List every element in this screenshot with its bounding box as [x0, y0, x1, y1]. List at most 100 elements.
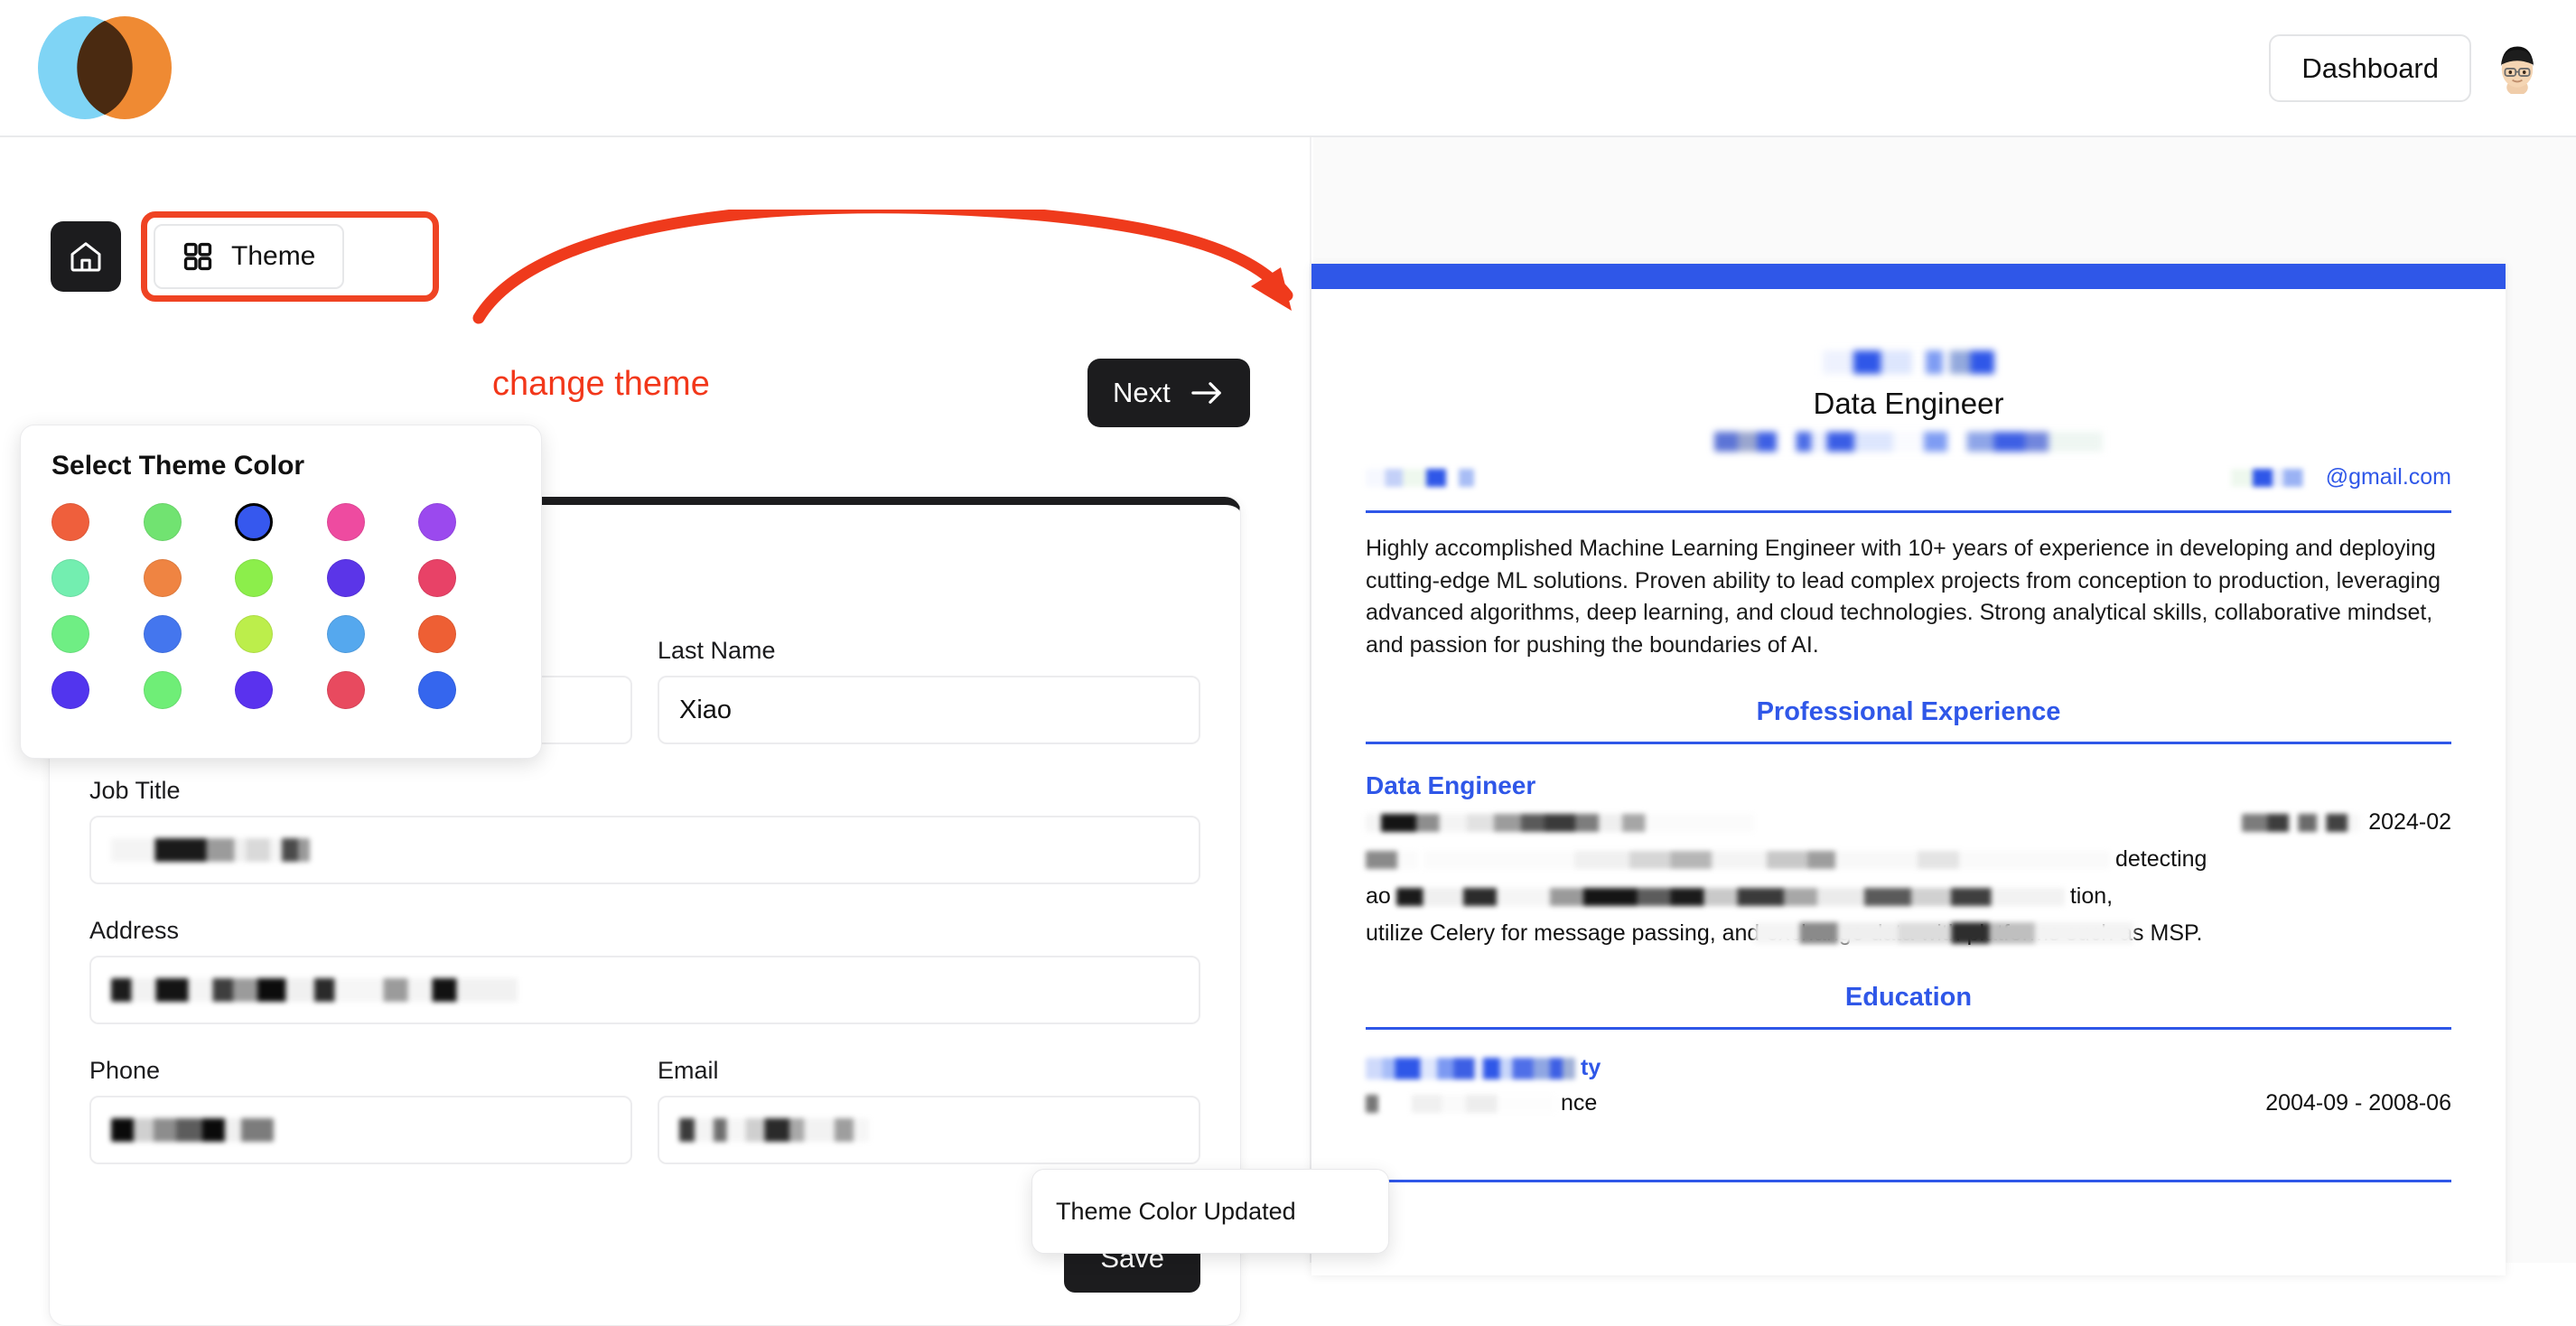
editor-toolbar: Theme [51, 211, 440, 302]
redaction-overlay [1754, 922, 2133, 944]
resume-education-dates: 2004-09 - 2008-06 [2265, 1090, 2451, 1116]
theme-swatch-10[interactable] [51, 615, 89, 653]
resume-email: @gmail.com [2213, 464, 2451, 490]
field-label: Email [658, 1057, 719, 1084]
resume-experience-title: Data Engineer [1366, 771, 1536, 799]
page-body: Theme Next Personal Detail Get Started w… [0, 137, 2576, 1326]
resume-experience-line-3: utilize Celery for message passing, and … [1366, 920, 2451, 947]
redacted-value [111, 838, 310, 862]
last-name-input[interactable]: Xiao [658, 676, 1200, 744]
venn-logo-icon [38, 16, 172, 119]
theme-swatch-14[interactable] [418, 615, 457, 653]
resume-education-school: ty [1366, 1055, 2451, 1081]
theme-swatch-2[interactable] [235, 503, 274, 541]
annotation-arrow-icon [472, 210, 1293, 324]
arrow-right-icon [1191, 382, 1221, 404]
theme-swatch-grid [51, 503, 510, 709]
theme-button[interactable]: Theme [154, 224, 345, 289]
theme-swatch-18[interactable] [326, 671, 365, 709]
theme-swatch-12[interactable] [235, 615, 274, 653]
job-title-row: Job Title [89, 777, 1200, 884]
field-label: Address [89, 917, 180, 944]
resume-experience-line-2: ao tion, [1366, 883, 2451, 910]
contact-row: Phone Email [89, 1057, 1200, 1164]
toast-message: Theme Color Updated [1056, 1197, 1296, 1225]
user-avatar[interactable] [2491, 42, 2543, 94]
annotation-label: change theme [492, 365, 710, 403]
field-email: Email [658, 1057, 1200, 1164]
resume-document: Data Engineer @gmail.com Highly accompli… [1311, 264, 2506, 1275]
field-address: Address [89, 917, 1200, 1024]
theme-swatch-7[interactable] [235, 559, 274, 597]
resume-experience-fragment: tion, [2069, 883, 2114, 909]
editor-pane: Theme Next Personal Detail Get Started w… [0, 137, 1311, 1326]
theme-swatch-4[interactable] [418, 503, 457, 541]
dashboard-button[interactable]: Dashboard [2269, 33, 2471, 102]
resume-experience-end-date: 2024-02 [2368, 809, 2451, 835]
field-phone: Phone [89, 1057, 632, 1164]
resume-contact-row: @gmail.com [1366, 464, 2451, 490]
theme-swatch-17[interactable] [235, 671, 274, 709]
resume-summary: Highly accomplished Machine Learning Eng… [1366, 536, 2441, 658]
resume-education-meta: nce 2004-09 - 2008-06 [1366, 1090, 2451, 1116]
resume-header-divider [1366, 510, 2451, 513]
next-button-label: Next [1113, 377, 1171, 408]
resume-company-redacted [1366, 813, 1754, 832]
resume-address-redacted [1714, 432, 2103, 452]
theme-button-highlight: Theme [141, 211, 440, 302]
redacted-value [111, 1118, 274, 1142]
theme-swatch-19[interactable] [418, 671, 457, 709]
resume-experience-meta: 2024-02 [1366, 809, 2451, 836]
app-header: Dashboard [0, 0, 2576, 137]
header-actions: Dashboard [2269, 33, 2543, 102]
field-label: Job Title [89, 777, 181, 804]
resume-name-redacted [1823, 350, 1994, 374]
theme-color-dropdown: Select Theme Color [20, 425, 542, 759]
resume-experience-date: 2024-02 [2242, 809, 2451, 836]
theme-swatch-16[interactable] [143, 671, 182, 709]
resume-phone-redacted [1366, 468, 1474, 487]
field-label: Phone [89, 1057, 161, 1084]
next-button[interactable]: Next [1087, 359, 1250, 427]
theme-button-label: Theme [231, 241, 316, 271]
toast-notification: Theme Color Updated [1031, 1169, 1389, 1254]
app-logo [20, 11, 190, 125]
resume-experience-fragment: ao [1366, 883, 1391, 909]
resume-experience-line-1: detecting [1366, 846, 2451, 873]
resume-job-title: Data Engineer [1813, 387, 2004, 420]
grid-icon [183, 242, 212, 271]
redacted-value [111, 978, 518, 1002]
theme-swatch-1[interactable] [143, 503, 182, 541]
resume-email-suffix: @gmail.com [2325, 464, 2451, 490]
redacted-value [679, 1118, 869, 1142]
address-input[interactable] [89, 956, 1200, 1024]
theme-swatch-9[interactable] [418, 559, 457, 597]
theme-swatch-6[interactable] [143, 559, 182, 597]
resume-accent-bar [1311, 264, 2506, 289]
theme-swatch-11[interactable] [143, 615, 182, 653]
theme-swatch-8[interactable] [326, 559, 365, 597]
home-icon [70, 242, 101, 272]
field-last-name: Last Name Xiao [658, 637, 1200, 744]
theme-swatch-5[interactable] [51, 559, 89, 597]
email-input[interactable] [658, 1096, 1200, 1164]
resume-section-divider [1366, 742, 2451, 744]
resume-bottom-divider [1366, 1180, 2451, 1182]
job-title-input[interactable] [89, 816, 1200, 884]
phone-input[interactable] [89, 1096, 632, 1164]
home-button[interactable] [51, 221, 121, 292]
resume-education-degree-fragment: nce [1561, 1090, 1598, 1116]
resume-section-divider [1366, 1027, 2451, 1030]
field-job-title: Job Title [89, 777, 1200, 884]
resume-section-heading-education: Education [1844, 983, 1973, 1012]
theme-swatch-15[interactable] [51, 671, 89, 709]
resume-education-name-fragment: ty [1581, 1055, 1601, 1080]
theme-swatch-0[interactable] [51, 503, 89, 541]
resume-section-heading-experience: Professional Experience [1756, 697, 2061, 726]
theme-panel-title: Select Theme Color [51, 451, 305, 481]
address-row: Address [89, 917, 1200, 1024]
field-label: Last Name [658, 637, 776, 664]
theme-swatch-13[interactable] [326, 615, 365, 653]
resume-experience-fragment: detecting [2115, 846, 2207, 872]
theme-swatch-3[interactable] [326, 503, 365, 541]
